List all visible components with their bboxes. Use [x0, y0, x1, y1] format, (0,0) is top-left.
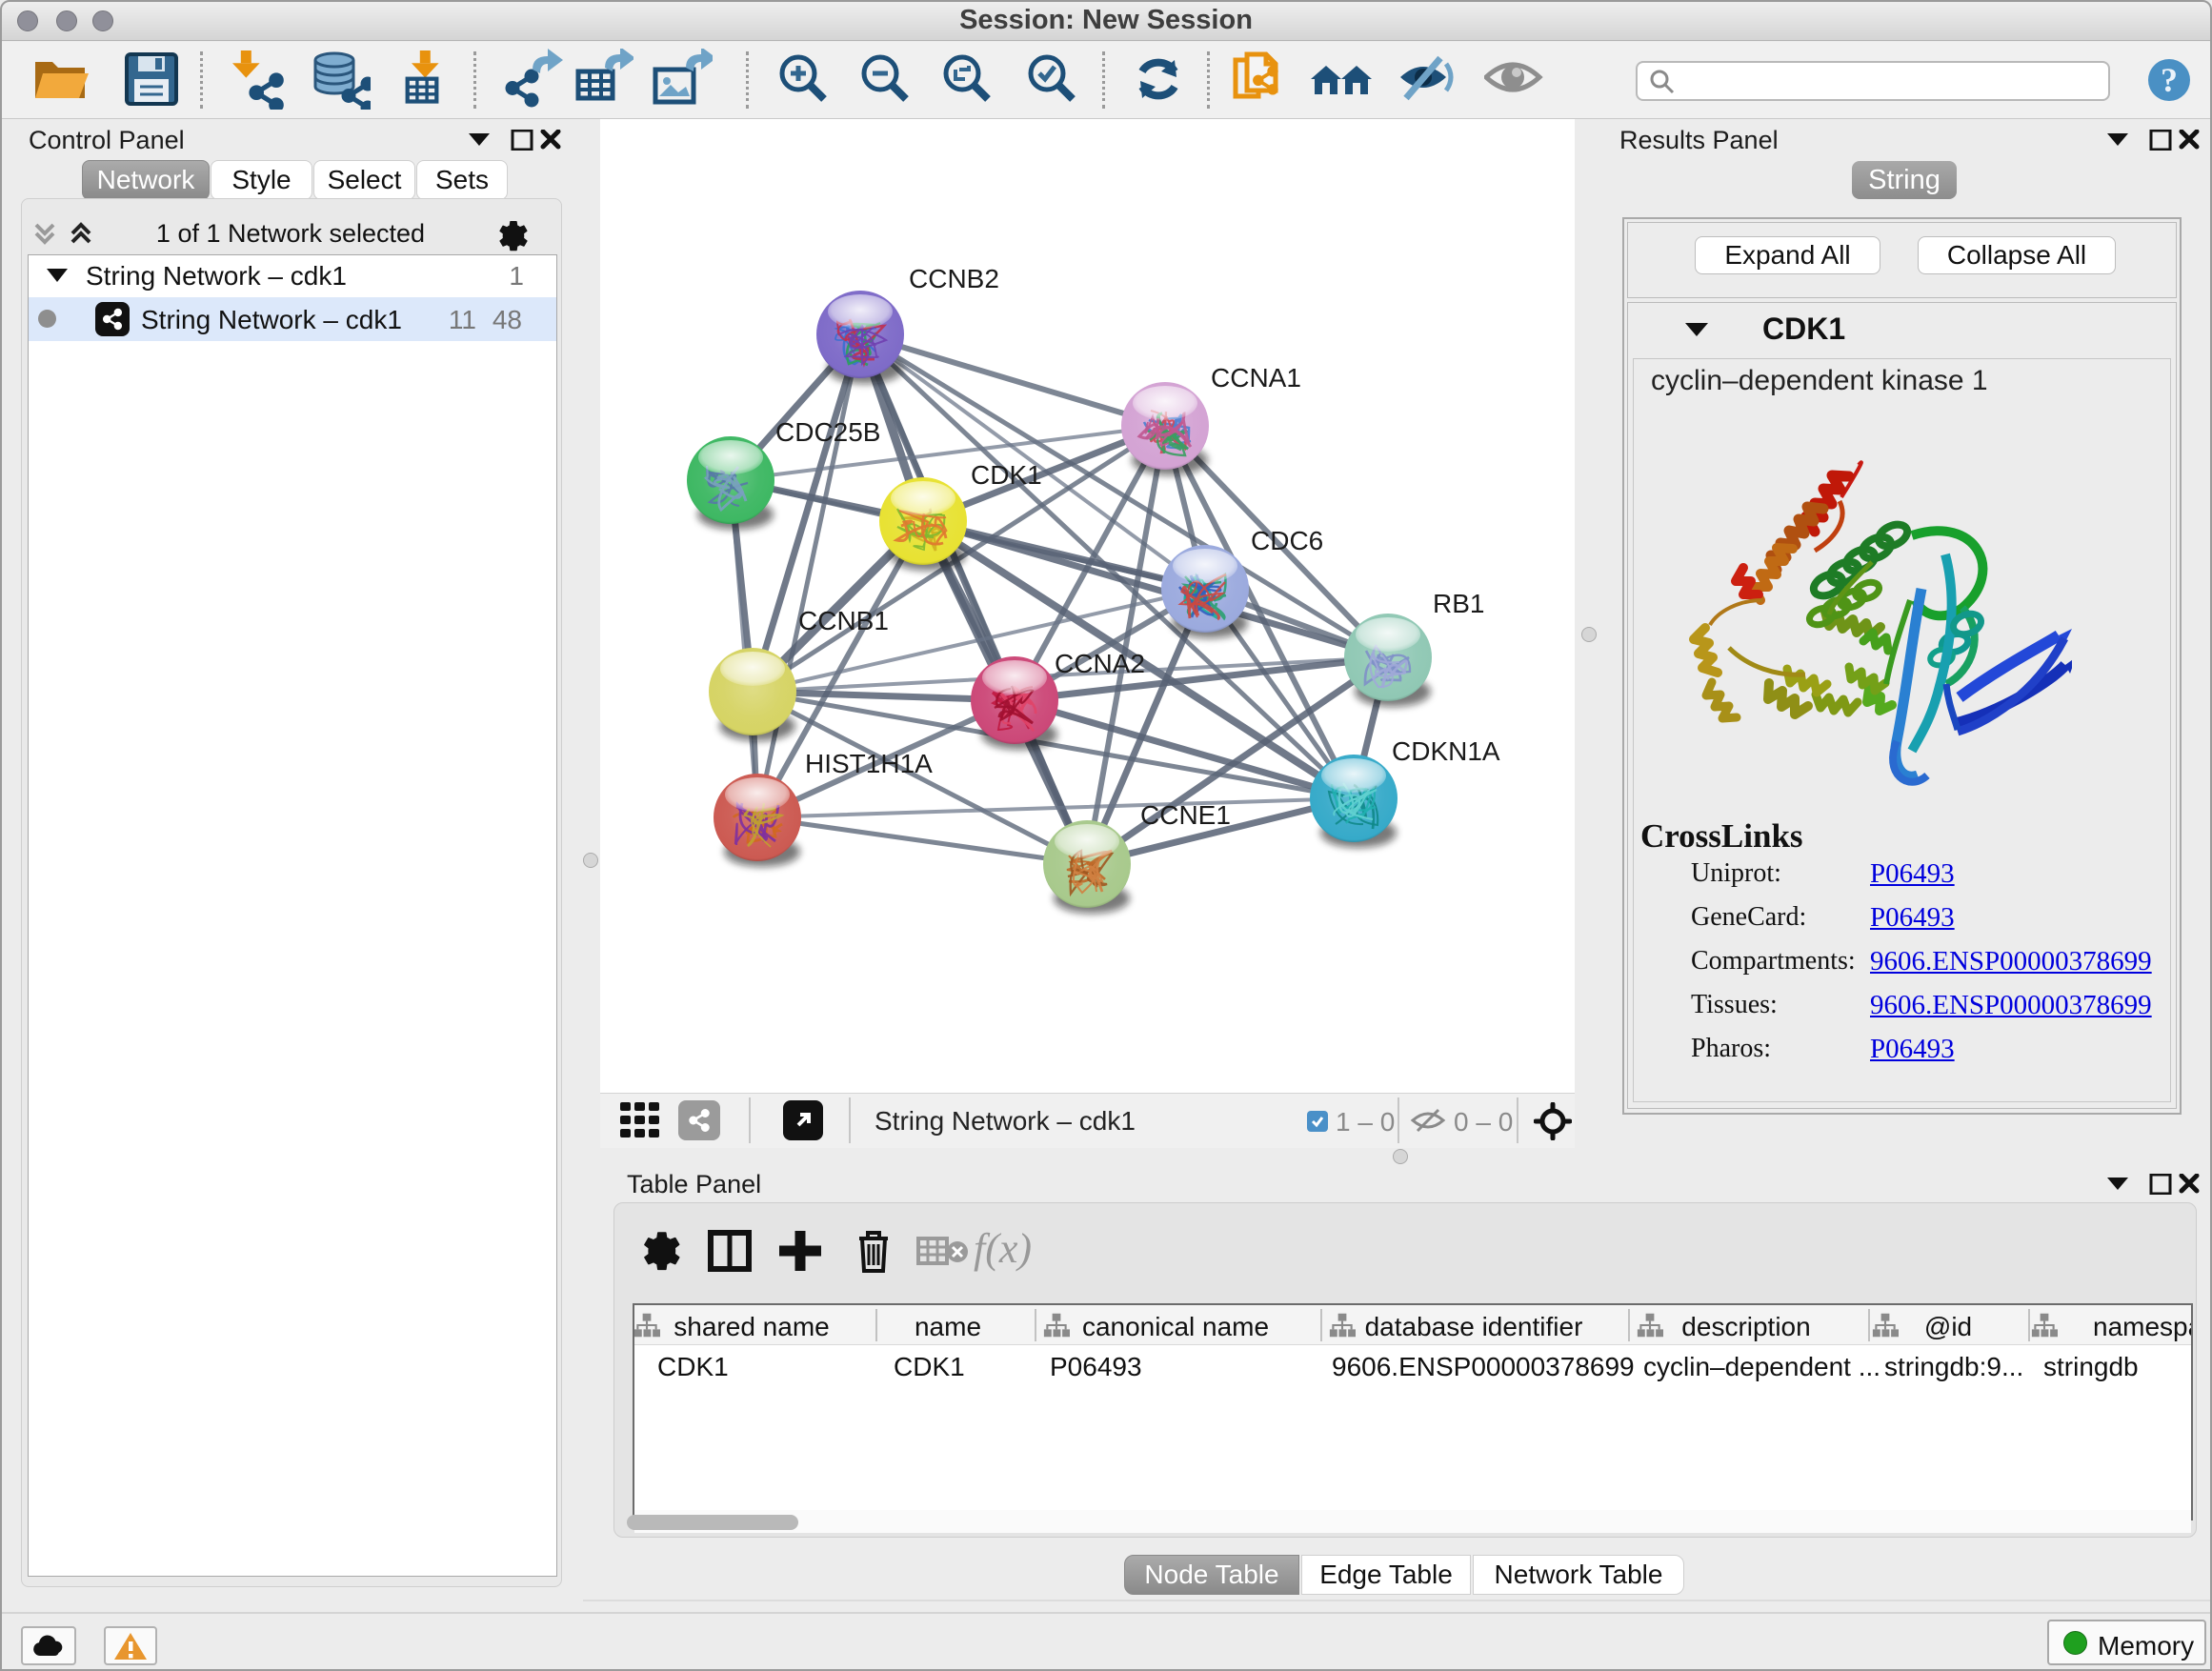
svg-text:RB1: RB1 — [1433, 589, 1484, 618]
svg-text:CCNB2: CCNB2 — [909, 264, 999, 293]
svg-text:CCNA1: CCNA1 — [1211, 363, 1301, 393]
svg-text:?: ? — [2161, 61, 2178, 99]
svg-text:CDKN1A: CDKN1A — [1392, 736, 1500, 766]
svg-text:CCNA2: CCNA2 — [1055, 649, 1145, 678]
svg-text:CCNB1: CCNB1 — [798, 606, 889, 635]
svg-text:HIST1H1A: HIST1H1A — [805, 749, 933, 778]
svg-text:CDC25B: CDC25B — [775, 417, 880, 447]
svg-text:CDC6: CDC6 — [1251, 526, 1323, 555]
svg-text:CCNE1: CCNE1 — [1140, 800, 1231, 830]
svg-text:CDK1: CDK1 — [971, 460, 1042, 490]
